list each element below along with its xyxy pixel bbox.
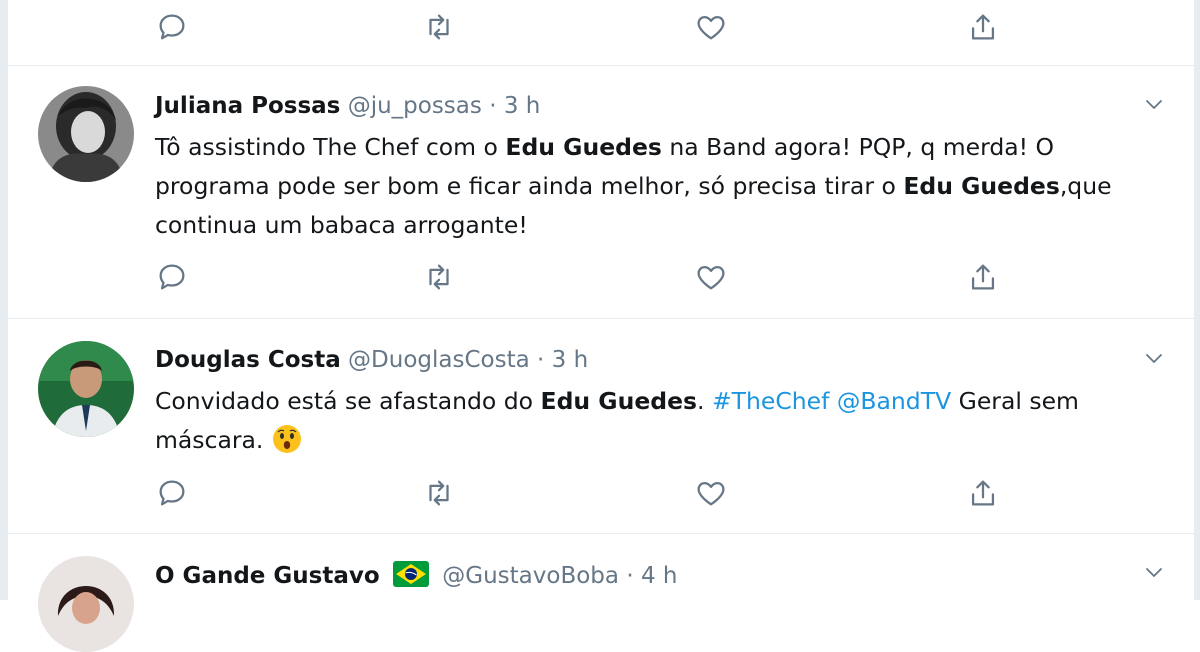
timestamp[interactable]: 3 h bbox=[504, 93, 541, 119]
tweet-gustavo[interactable]: O Gande Gustavo @GustavoBoba · 4 h bbox=[8, 534, 1194, 652]
share-icon[interactable] bbox=[966, 10, 1000, 44]
share-icon[interactable] bbox=[966, 260, 1000, 294]
previous-tweet bbox=[8, 0, 1194, 66]
retweet-icon[interactable] bbox=[422, 10, 456, 44]
share-icon[interactable] bbox=[966, 476, 1000, 510]
retweet-icon[interactable] bbox=[422, 476, 456, 510]
tweet-juliana[interactable]: Juliana Possas @ju_possas · 3 h Tô assis… bbox=[8, 66, 1194, 319]
tweet-header: Juliana Possas @ju_possas · 3 h bbox=[155, 93, 540, 119]
chevron-down-icon[interactable] bbox=[1142, 560, 1166, 584]
tweet-actions bbox=[8, 476, 1194, 510]
tweet-douglas[interactable]: Douglas Costa @DuoglasCosta · 3 h Convid… bbox=[8, 319, 1194, 534]
tweet-header: O Gande Gustavo @GustavoBoba · 4 h bbox=[155, 561, 677, 589]
chevron-down-icon[interactable] bbox=[1142, 346, 1166, 370]
reply-icon[interactable] bbox=[155, 10, 189, 44]
heart-icon[interactable] bbox=[694, 10, 728, 44]
mention-link[interactable]: @BandTV bbox=[837, 387, 951, 415]
brazil-flag-emoji bbox=[392, 561, 429, 587]
text-segment: Convidado está se afastando do bbox=[155, 387, 541, 415]
highlighted-keyword: Edu Guedes bbox=[505, 133, 662, 161]
timestamp[interactable]: 4 h bbox=[641, 563, 678, 589]
astonished-face-emoji bbox=[271, 423, 303, 455]
left-frame-border bbox=[0, 0, 8, 600]
text-segment: Tô assistindo The Chef com o bbox=[155, 133, 506, 161]
reply-icon[interactable] bbox=[155, 260, 189, 294]
highlighted-keyword: Edu Guedes bbox=[540, 387, 698, 415]
separator: · bbox=[537, 347, 545, 373]
display-name[interactable]: Juliana Possas bbox=[155, 93, 340, 119]
heart-icon[interactable] bbox=[694, 476, 728, 510]
retweet-icon[interactable] bbox=[422, 260, 456, 294]
tweet-text: Convidado está se afastando do Edu Guede… bbox=[155, 382, 1165, 460]
avatar[interactable] bbox=[38, 86, 134, 182]
user-handle[interactable]: @ju_possas bbox=[348, 93, 482, 119]
hashtag-link[interactable]: #TheChef bbox=[712, 387, 829, 415]
user-handle[interactable]: @DuoglasCosta bbox=[348, 347, 530, 373]
tweet-actions bbox=[8, 260, 1194, 294]
separator: · bbox=[626, 563, 634, 589]
text-segment: . bbox=[697, 387, 712, 415]
text-segment bbox=[829, 387, 836, 415]
display-name[interactable]: O Gande Gustavo bbox=[155, 563, 380, 589]
chevron-down-icon[interactable] bbox=[1142, 92, 1166, 116]
tweet-header: Douglas Costa @DuoglasCosta · 3 h bbox=[155, 347, 588, 373]
separator: · bbox=[489, 93, 497, 119]
reply-icon[interactable] bbox=[155, 476, 189, 510]
right-frame-border bbox=[1194, 0, 1200, 600]
highlighted-keyword: Edu Guedes bbox=[903, 172, 1060, 200]
tweet-actions bbox=[8, 10, 1194, 44]
avatar[interactable] bbox=[38, 556, 134, 652]
display-name[interactable]: Douglas Costa bbox=[155, 347, 341, 373]
avatar[interactable] bbox=[38, 341, 134, 437]
timestamp[interactable]: 3 h bbox=[552, 347, 589, 373]
heart-icon[interactable] bbox=[694, 260, 728, 294]
user-handle[interactable]: @GustavoBoba bbox=[442, 563, 619, 589]
tweet-text: Tô assistindo The Chef com o Edu Guedes … bbox=[155, 128, 1165, 245]
